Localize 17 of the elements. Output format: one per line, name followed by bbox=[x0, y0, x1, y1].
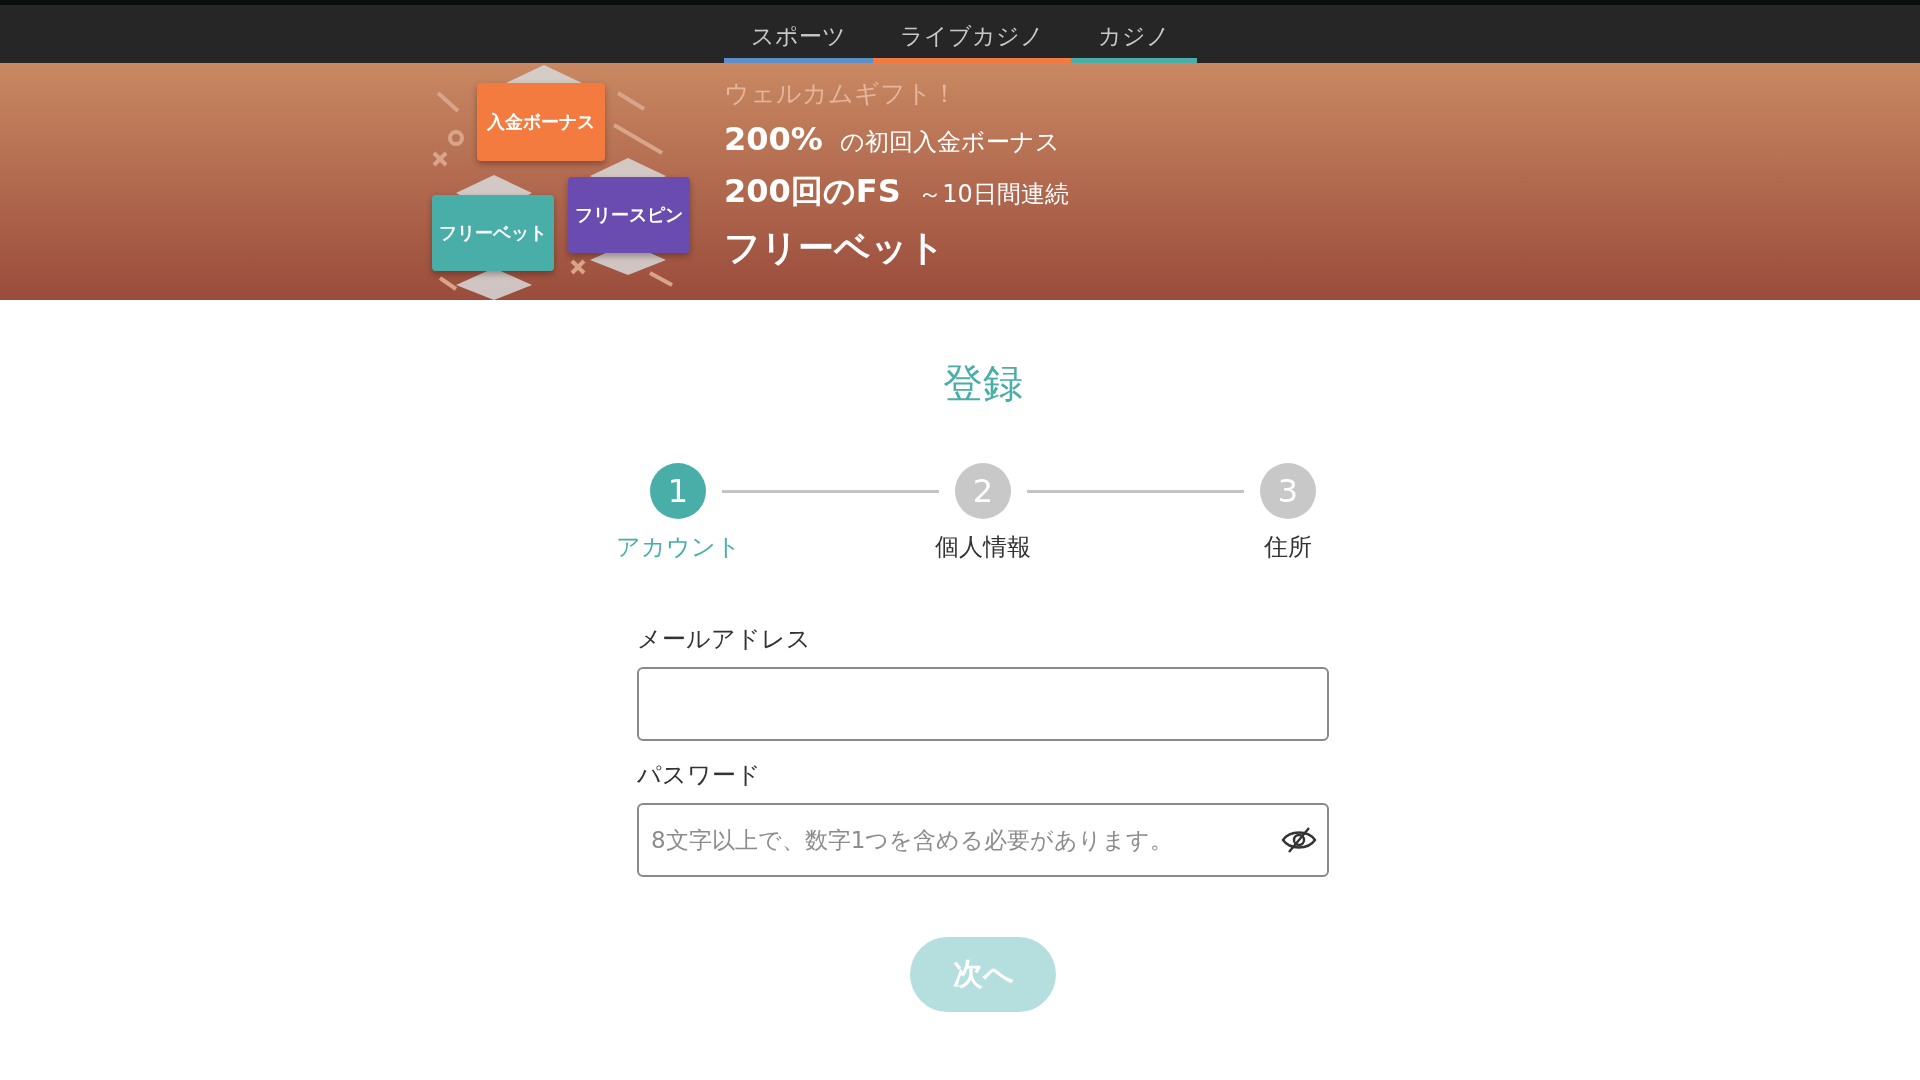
step-label: 住所 bbox=[1264, 532, 1312, 563]
page-title: 登録 bbox=[943, 359, 1023, 408]
hidden-eye-icon[interactable] bbox=[1281, 826, 1317, 854]
promo-kicker: ウェルカムギフト！ bbox=[724, 78, 958, 110]
promo-headline: フリーベット bbox=[724, 226, 946, 270]
step-number: 1 bbox=[650, 463, 706, 519]
password-field[interactable]: 8文字以上で、数字1つを含める必要があります。 bbox=[637, 803, 1329, 877]
field-label: パスワード bbox=[637, 760, 762, 791]
field-label: メールアドレス bbox=[637, 624, 812, 655]
promo-line: 200% の初回入金ボーナス bbox=[724, 120, 1062, 158]
promo-tag: 入金ボーナス bbox=[477, 83, 605, 161]
promo-line: 200回のFS ～10日間連続 bbox=[724, 171, 1069, 212]
step-label: アカウント bbox=[615, 532, 741, 563]
step-label: 個人情報 bbox=[935, 532, 1031, 563]
promo-tag: フリーベット bbox=[432, 195, 554, 271]
promo-tag: フリースピン bbox=[568, 177, 690, 253]
email-field[interactable] bbox=[637, 667, 1329, 741]
